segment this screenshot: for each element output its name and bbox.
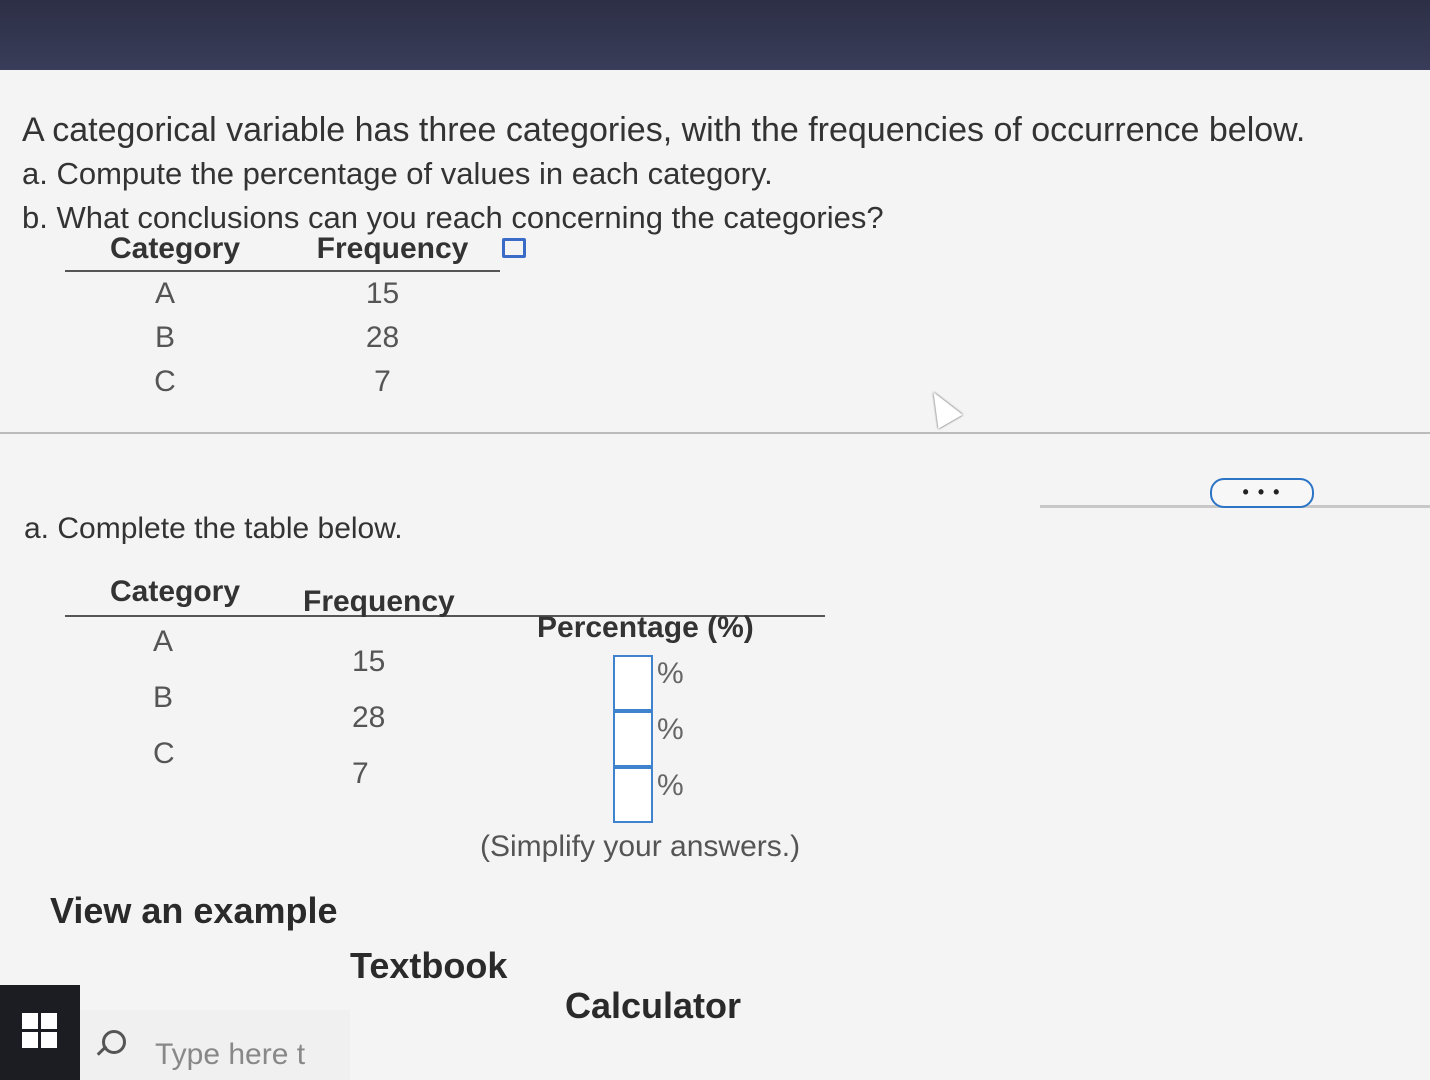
category-cell: C xyxy=(153,737,175,770)
frequency-cell: 7 xyxy=(374,365,391,398)
header-frequency: Frequency xyxy=(303,585,455,618)
search-input[interactable]: Type here t xyxy=(155,1038,305,1072)
copy-data-icon[interactable] xyxy=(502,238,526,258)
table-row: A 15 xyxy=(65,272,500,316)
category-cell: A xyxy=(153,625,174,658)
category-cell: B xyxy=(153,681,174,714)
table-row: B 28 % xyxy=(65,673,825,767)
header-frequency: Frequency xyxy=(316,232,469,265)
table-row: C 7 % xyxy=(65,729,825,823)
table-row: B 28 xyxy=(65,316,500,360)
answer-table: Category Frequency Percentage (%) A 15 %… xyxy=(65,575,825,823)
category-cell: C xyxy=(154,365,176,398)
answer-table-header: Category Frequency Percentage (%) xyxy=(65,575,825,644)
textbook-button[interactable]: Textbook xyxy=(350,945,507,987)
more-options-button[interactable]: • • • xyxy=(1210,478,1314,508)
section-divider xyxy=(0,432,1430,434)
frequency-cell: 15 xyxy=(365,277,400,310)
search-icon xyxy=(102,1030,126,1054)
category-cell: B xyxy=(154,321,175,354)
view-example-button[interactable]: View an example xyxy=(50,890,338,932)
simplify-note: (Simplify your answers.) xyxy=(480,830,801,863)
category-cell: A xyxy=(154,277,175,310)
frequency-table-header: Category Frequency xyxy=(65,228,500,272)
frequency-cell: 28 xyxy=(365,321,400,354)
question-text: A categorical variable has three categor… xyxy=(22,108,1305,240)
question-line: A categorical variable has three categor… xyxy=(22,111,1306,149)
windows-start-icon[interactable] xyxy=(22,1013,58,1049)
table-row: A 15 % xyxy=(65,617,825,711)
frequency-table: Category Frequency A 15 B 28 C 7 xyxy=(65,228,500,404)
taskbar-search[interactable]: Type here t xyxy=(80,1010,350,1080)
percent-sign: % xyxy=(657,769,684,802)
part-a-heading: a. Complete the table below. xyxy=(24,512,403,545)
window-top-bar xyxy=(0,0,1430,80)
percentage-input-c[interactable] xyxy=(613,767,653,823)
header-category: Category xyxy=(109,232,241,265)
calculator-button[interactable]: Calculator xyxy=(565,985,741,1027)
header-category: Category xyxy=(110,575,241,608)
frequency-cell: 7 xyxy=(352,757,369,790)
taskbar xyxy=(0,985,80,1080)
table-row: C 7 xyxy=(65,360,500,404)
question-part-a: a. Compute the percentage of values in e… xyxy=(22,156,773,191)
